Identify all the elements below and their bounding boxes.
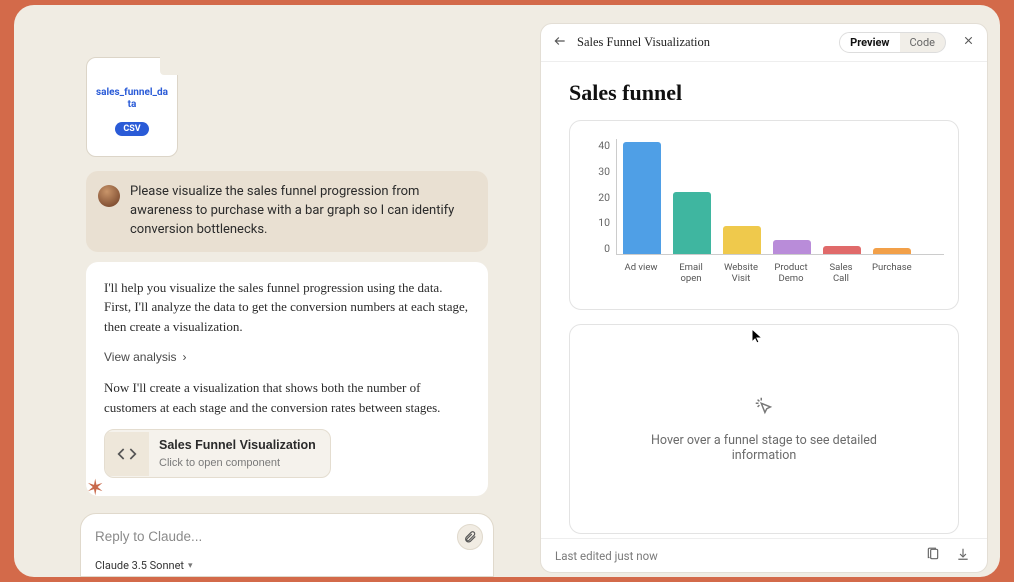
bar-website-visit[interactable]	[723, 226, 761, 254]
y-tick: 0	[604, 242, 610, 255]
close-icon	[962, 34, 975, 47]
bar-sales-call[interactable]	[823, 246, 861, 254]
code-icon	[105, 432, 149, 476]
preview-body: Sales funnel 40 30 20 10 0 Ad view Email open…	[541, 62, 987, 538]
last-edited-label: Last edited just now	[555, 549, 658, 563]
x-label: Sales Call	[822, 263, 860, 285]
y-tick: 40	[598, 139, 610, 152]
x-label: Email open	[672, 263, 710, 285]
x-label: Website Visit	[722, 263, 760, 285]
avatar	[98, 185, 120, 207]
chart-heading: Sales funnel	[569, 80, 959, 106]
attach-button[interactable]	[457, 524, 483, 550]
file-name: sales_funnel_data	[96, 87, 168, 112]
cursor-click-icon	[753, 395, 775, 421]
paperclip-icon	[463, 530, 477, 544]
x-label: Product Demo	[772, 263, 810, 285]
view-analysis-link[interactable]: View analysis ›	[104, 348, 186, 366]
reply-box: Claude 3.5 Sonnet ▾	[80, 513, 494, 577]
chevron-right-icon: ›	[182, 348, 186, 366]
x-axis-labels: Ad view Email open Website Visit Product De…	[616, 259, 944, 285]
y-axis: 40 30 20 10 0	[584, 139, 616, 255]
conversation-column: sales_funnel_data CSV Please visualize t…	[14, 5, 500, 577]
hover-hint-text: Hover over a funnel stage to see detaile…	[630, 433, 898, 463]
copy-button[interactable]	[923, 547, 943, 564]
tab-preview[interactable]: Preview	[840, 33, 899, 52]
user-message-bubble: Please visualize the sales funnel progre…	[86, 171, 488, 252]
back-button[interactable]	[553, 34, 567, 52]
bars-container	[616, 139, 944, 255]
download-button[interactable]	[953, 547, 973, 564]
tab-code[interactable]: Code	[900, 33, 945, 52]
y-tick: 30	[598, 165, 610, 178]
chevron-down-icon: ▾	[188, 561, 193, 571]
assistant-paragraph: I'll help you visualize the sales funnel…	[104, 278, 470, 337]
artifact-preview-panel: Sales Funnel Visualization Preview Code …	[540, 23, 988, 573]
claude-logo-icon: ✶	[86, 476, 104, 501]
hover-hint-card: Hover over a funnel stage to see detaile…	[569, 324, 959, 534]
file-attachment-card[interactable]: sales_funnel_data CSV	[86, 57, 178, 157]
bar-purchase[interactable]	[873, 248, 911, 254]
preview-header: Sales Funnel Visualization Preview Code	[541, 24, 987, 62]
chart-card: 40 30 20 10 0 Ad view Email open Website Visit…	[569, 120, 959, 310]
artifact-title: Sales Funnel Visualization	[159, 436, 316, 455]
bar-email-open[interactable]	[673, 192, 711, 254]
assistant-paragraph: Now I'll create a visualization that sho…	[104, 378, 470, 417]
file-type-badge: CSV	[115, 122, 148, 136]
x-label: Purchase	[872, 263, 910, 285]
preview-code-toggle: Preview Code	[839, 32, 946, 53]
bar-ad-view[interactable]	[623, 142, 661, 254]
y-tick: 20	[598, 191, 610, 204]
preview-footer: Last edited just now	[541, 538, 987, 572]
download-icon	[956, 547, 970, 561]
bar-product-demo[interactable]	[773, 240, 811, 254]
arrow-left-icon	[553, 34, 567, 48]
user-message-text: Please visualize the sales funnel progre…	[130, 183, 472, 240]
close-button[interactable]	[962, 34, 975, 51]
model-selector[interactable]: Claude 3.5 Sonnet ▾	[95, 559, 193, 572]
clipboard-icon	[926, 547, 940, 561]
app-frame: sales_funnel_data CSV Please visualize t…	[14, 5, 1000, 577]
preview-title: Sales Funnel Visualization	[577, 35, 710, 50]
y-tick: 10	[598, 216, 610, 229]
artifact-subtitle: Click to open component	[159, 455, 316, 472]
assistant-message-card: I'll help you visualize the sales funnel…	[86, 262, 488, 497]
x-label: Ad view	[622, 263, 660, 285]
reply-input[interactable]	[95, 529, 441, 544]
artifact-chip[interactable]: Sales Funnel Visualization Click to open…	[104, 429, 331, 478]
